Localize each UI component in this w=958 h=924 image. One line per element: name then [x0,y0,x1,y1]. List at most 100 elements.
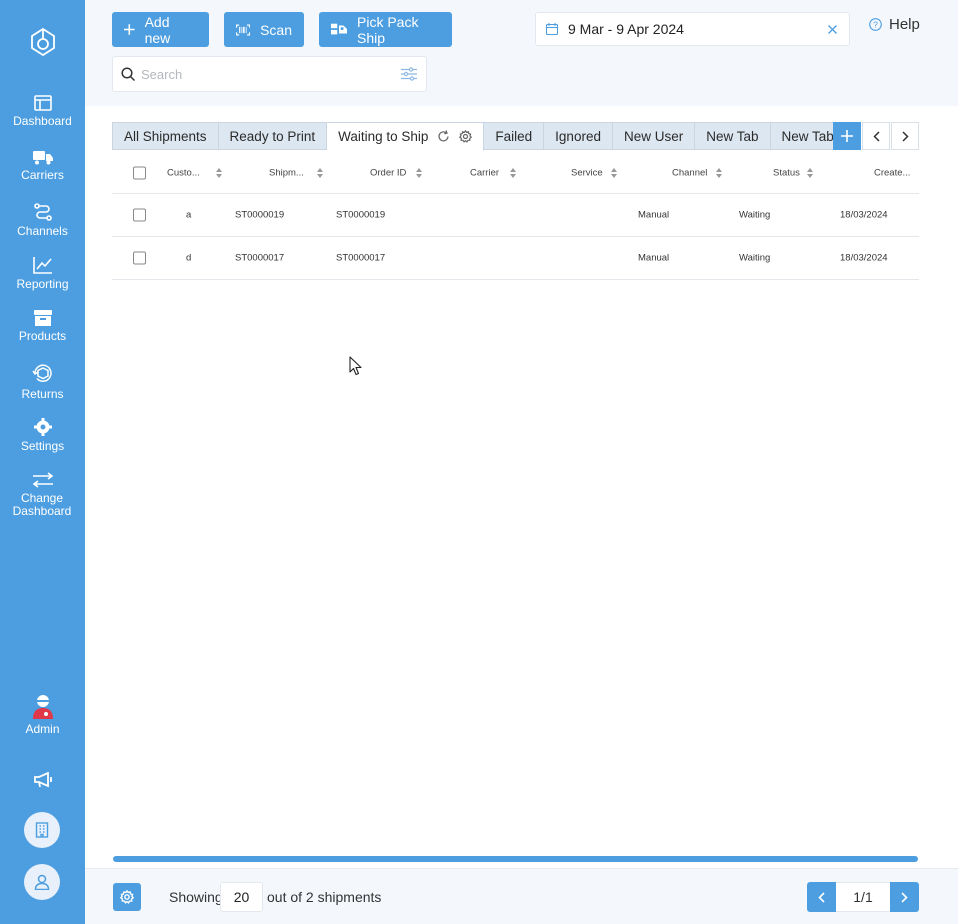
chevron-right-icon [901,891,908,903]
sort-icon[interactable] [216,167,222,178]
help-circle-icon: ? [869,18,882,31]
tab-all-shipments[interactable]: All Shipments [112,122,219,150]
search-box [112,56,427,92]
sort-icon[interactable] [716,167,722,178]
sidebar-item-dashboard[interactable]: Dashboard [0,95,85,128]
swap-arrows-icon [32,472,53,488]
sidebar-item-label: Returns [21,387,64,401]
tab-waiting-to-ship[interactable]: Waiting to Ship [327,122,485,151]
help-link[interactable]: ? Help [869,16,920,33]
chart-line-icon [32,257,52,274]
search-icon [121,67,135,81]
organization-button[interactable] [24,812,60,848]
gear-icon [33,418,52,436]
scan-button[interactable]: Scan [224,12,304,47]
filter-sliders-icon[interactable] [401,67,417,81]
chevron-left-icon [872,130,880,142]
clear-date-icon[interactable] [828,24,837,34]
select-all-checkbox[interactable] [133,166,146,179]
cell-status: Waiting [739,209,771,221]
column-header-order-id[interactable]: Order ID [370,167,406,178]
sidebar-item-channels[interactable]: Channels [0,203,85,238]
sidebar-item-reporting[interactable]: Reporting [0,256,85,291]
svg-text:?: ? [873,20,878,30]
cell-shipment[interactable]: ST0000019 [235,210,284,221]
table-footer: Showing 20 out of 2 shipments 1/1 [85,868,958,924]
sidebar-item-returns[interactable]: Returns [0,362,85,401]
cell-shipment[interactable]: ST0000017 [235,253,284,264]
chevron-left-icon [818,891,825,903]
tab-ready-to-print[interactable]: Ready to Print [218,122,328,150]
announcements-button[interactable] [0,772,85,788]
add-new-button[interactable]: Add new [112,12,209,47]
admin-avatar-icon [32,695,53,719]
sidebar-item-carriers[interactable]: Carriers [0,150,85,182]
sidebar-item-label: Dashboard [13,114,72,128]
shipment-tabs: All Shipments Ready to Print Waiting to … [112,122,846,151]
search-input[interactable] [141,65,391,83]
sidebar-item-change-dashboard[interactable]: Change Dashboard [0,472,85,518]
sidebar-item-admin[interactable]: Admin [0,694,85,736]
cell-status: Waiting [739,252,771,264]
column-header-channel[interactable]: Channel [672,167,707,178]
tab-failed[interactable]: Failed [484,122,545,150]
tab-new-tab[interactable]: New Tab [695,122,771,150]
sidebar-item-label: Reporting [16,277,69,291]
plus-icon [841,130,853,142]
gear-icon [120,890,134,904]
tab-new-user[interactable]: New User [612,122,696,150]
plus-icon [124,24,135,35]
column-header-service[interactable]: Service [571,167,603,178]
cell-order-id[interactable]: ST0000017 [336,253,385,264]
return-box-icon [31,364,52,382]
sort-icon[interactable] [510,167,516,178]
truck-icon [32,151,53,165]
sort-icon[interactable] [317,167,323,178]
sidebar-item-label: Admin [25,722,60,736]
box-icon [33,310,52,326]
cell-customer: a [186,209,192,221]
table-settings-button[interactable] [113,883,141,911]
cell-channel: Manual [638,252,670,264]
tab-label: New User [623,128,684,144]
next-page-button[interactable] [890,882,919,912]
column-header-created[interactable]: Create... [874,167,910,178]
sidebar-item-label: Change Dashboard [12,491,72,518]
add-new-label: Add new [144,13,171,46]
pick-pack-ship-button[interactable]: Pick Pack Ship [319,12,452,47]
help-label: Help [889,16,920,33]
cell-customer: d [186,252,192,264]
table-row[interactable]: a ST0000019 ST0000019 Manual Waiting 18/… [112,194,919,237]
table-row[interactable]: d ST0000017 ST0000017 Manual Waiting 18/… [112,237,919,280]
sidebar-item-settings[interactable]: Settings [0,418,85,453]
route-icon [33,203,52,221]
sidebar-item-products[interactable]: Products [0,310,85,343]
tab-ignored[interactable]: Ignored [544,122,613,150]
tabs-scroll-right-button[interactable] [891,122,919,150]
sort-icon[interactable] [807,167,813,178]
sort-icon[interactable] [416,167,422,178]
refresh-icon[interactable] [437,130,450,143]
column-header-shipment[interactable]: Shipm... [269,167,304,178]
barcode-icon [236,24,251,35]
page-size-select[interactable]: 20 [220,882,263,912]
page-indicator: 1/1 [836,882,890,912]
building-icon [35,822,49,838]
column-header-carrier[interactable]: Carrier [470,167,499,178]
previous-page-button[interactable] [807,882,836,912]
date-range-picker[interactable]: 9 Mar - 9 Apr 2024 [535,12,850,46]
user-profile-button[interactable] [24,864,60,900]
tabs-scroll-left-button[interactable] [862,122,890,150]
sidebar-item-label: Channels [17,224,68,238]
horizontal-scrollbar[interactable] [113,856,918,862]
add-tab-button[interactable] [833,122,861,150]
megaphone-icon [33,772,52,788]
column-header-customer[interactable]: Custo... [167,167,200,178]
row-checkbox[interactable] [133,251,146,265]
sort-icon[interactable] [611,167,617,178]
cell-order-id[interactable]: ST0000019 [336,210,385,221]
column-header-status[interactable]: Status [773,167,800,178]
tab-settings-gear-icon[interactable] [459,130,473,143]
row-checkbox[interactable] [133,208,146,222]
app-logo-icon[interactable] [28,27,58,57]
